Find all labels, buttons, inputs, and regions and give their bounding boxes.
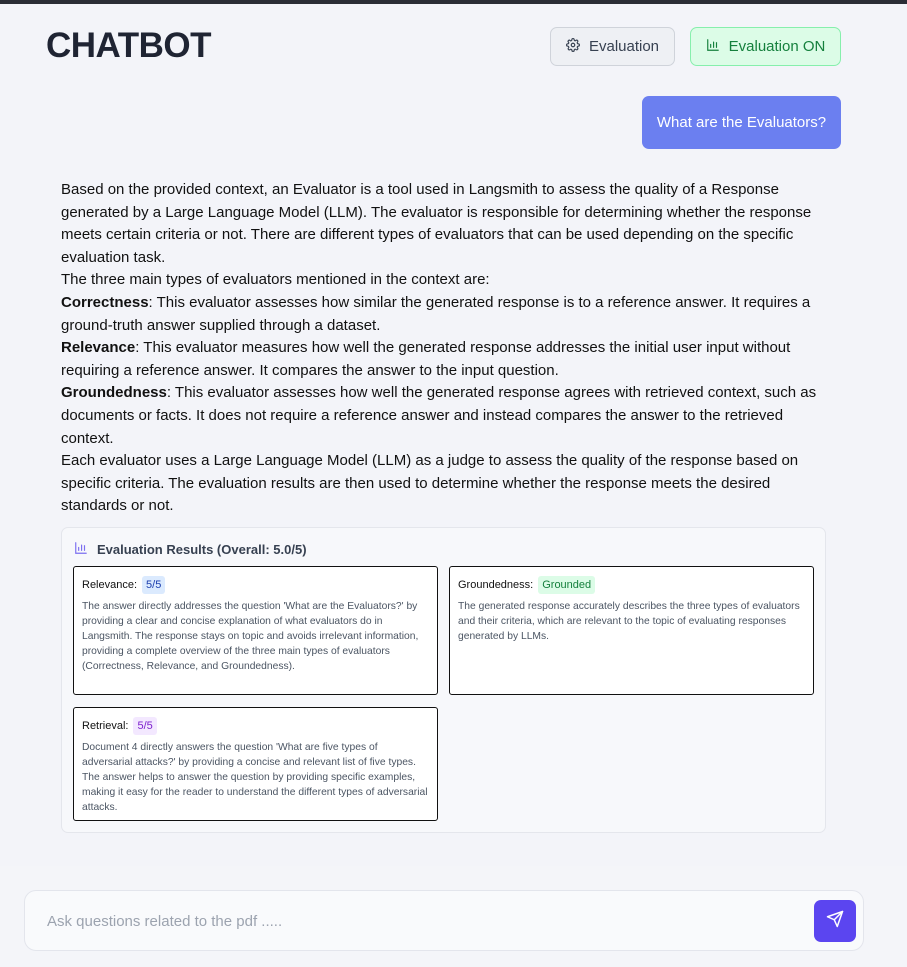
evaluation-button-label: Evaluation (588, 38, 660, 55)
card-text: The answer directly addresses the questi… (82, 601, 419, 672)
answer-list-item: Groundedness: This evaluator assesses ho… (61, 382, 826, 450)
evaluation-results-heading: Evaluation Results (Overall: 5.0/5) (74, 541, 307, 558)
score-badge: 5/5 (142, 576, 166, 594)
answer-paragraph: Based on the provided context, an Evalua… (61, 181, 812, 266)
status-badge: Grounded (538, 576, 596, 594)
evaluation-card-relevance: Relevance: 5/5 The answer directly addre… (73, 566, 438, 695)
gear-icon (566, 37, 580, 56)
top-bar (0, 0, 907, 4)
answer-term: Relevance (61, 339, 136, 357)
answer-list-item: Correctness: This evaluator assesses how… (61, 292, 826, 337)
evaluation-card-retrieval: Retrieval: 5/5 Document 4 directly answe… (73, 707, 438, 821)
send-icon (826, 910, 844, 933)
user-message-text: What are the Evaluators? (656, 114, 827, 131)
card-label: Retrieval: (82, 720, 129, 732)
card-header: Relevance: 5/5 (82, 576, 429, 594)
card-header: Groundedness: Grounded (458, 576, 805, 594)
user-message-bubble: What are the Evaluators? (642, 96, 841, 149)
evaluation-results-title: Evaluation Results (Overall: 5.0/5) (97, 542, 307, 557)
answer-paragraph: Each evaluator uses a Large Language Mod… (61, 452, 799, 515)
answer-term: Correctness (61, 293, 149, 311)
card-label: Relevance: (82, 579, 138, 591)
answer-term: Groundedness (61, 384, 167, 402)
evaluation-toggle-label: Evaluation ON (728, 38, 826, 55)
card-label: Groundedness: (458, 579, 534, 591)
bar-chart-icon (706, 38, 720, 56)
chat-input[interactable] (47, 909, 807, 933)
answer-term-text: : This evaluator measures how well the g… (61, 339, 791, 379)
card-text: The generated response accurately descri… (458, 601, 800, 642)
answer-list-item: Relevance: This evaluator measures how w… (61, 337, 826, 382)
assistant-answer: Based on the provided context, an Evalua… (61, 179, 826, 518)
evaluation-results-panel: Evaluation Results (Overall: 5.0/5) Rele… (61, 527, 826, 833)
answer-term-text: : This evaluator assesses how well the g… (61, 384, 817, 447)
card-text: Document 4 directly answers the question… (82, 742, 428, 813)
score-badge: 5/5 (133, 717, 157, 735)
chat-composer (24, 890, 864, 951)
card-header: Retrieval: 5/5 (82, 717, 429, 735)
evaluation-button[interactable]: Evaluation (550, 27, 675, 66)
evaluation-toggle[interactable]: Evaluation ON (690, 27, 841, 66)
bar-chart-icon (74, 541, 88, 558)
app-title: CHATBOT (46, 26, 212, 65)
evaluation-card-groundedness: Groundedness: Grounded The generated res… (449, 566, 814, 695)
answer-paragraph: The three main types of evaluators menti… (61, 271, 490, 289)
send-button[interactable] (814, 900, 856, 942)
answer-term-text: : This evaluator assesses how similar th… (61, 293, 811, 334)
